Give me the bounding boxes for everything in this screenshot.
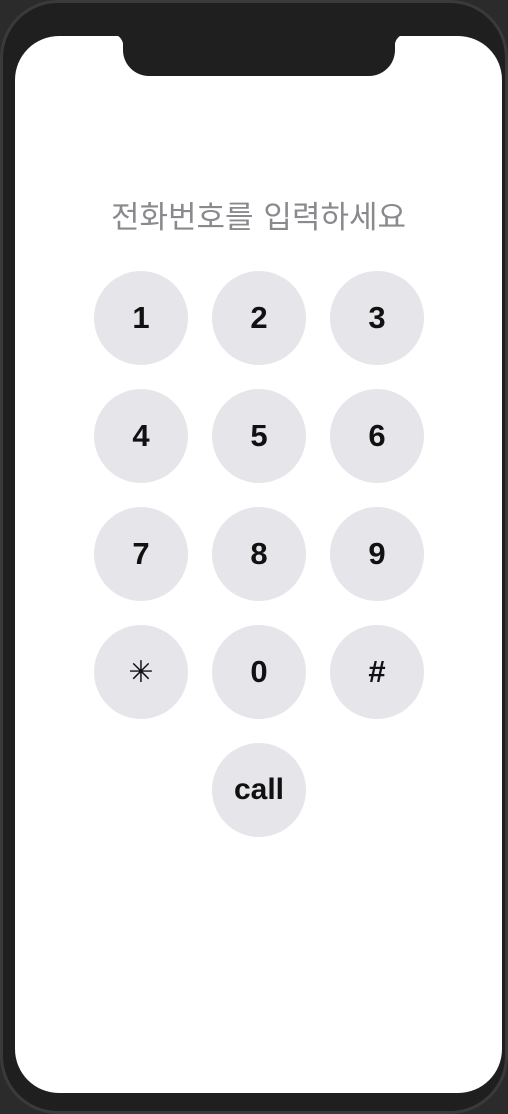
key-hash[interactable]: # (330, 625, 424, 719)
key-7[interactable]: 7 (94, 507, 188, 601)
phone-frame: 전화번호를 입력하세요 1 2 3 4 5 6 7 8 9 ✳ 0 # call (0, 0, 508, 1114)
key-star[interactable]: ✳ (94, 625, 188, 719)
phone-screen: 전화번호를 입력하세요 1 2 3 4 5 6 7 8 9 ✳ 0 # call (15, 36, 502, 1093)
key-5[interactable]: 5 (212, 389, 306, 483)
notch (111, 36, 407, 76)
key-2[interactable]: 2 (212, 271, 306, 365)
key-1[interactable]: 1 (94, 271, 188, 365)
key-0[interactable]: 0 (212, 625, 306, 719)
key-9[interactable]: 9 (330, 507, 424, 601)
call-button[interactable]: call (212, 743, 306, 837)
key-4[interactable]: 4 (94, 389, 188, 483)
phone-number-prompt: 전화번호를 입력하세요 (110, 200, 407, 236)
key-8[interactable]: 8 (212, 507, 306, 601)
key-6[interactable]: 6 (330, 389, 424, 483)
key-3[interactable]: 3 (330, 271, 424, 365)
